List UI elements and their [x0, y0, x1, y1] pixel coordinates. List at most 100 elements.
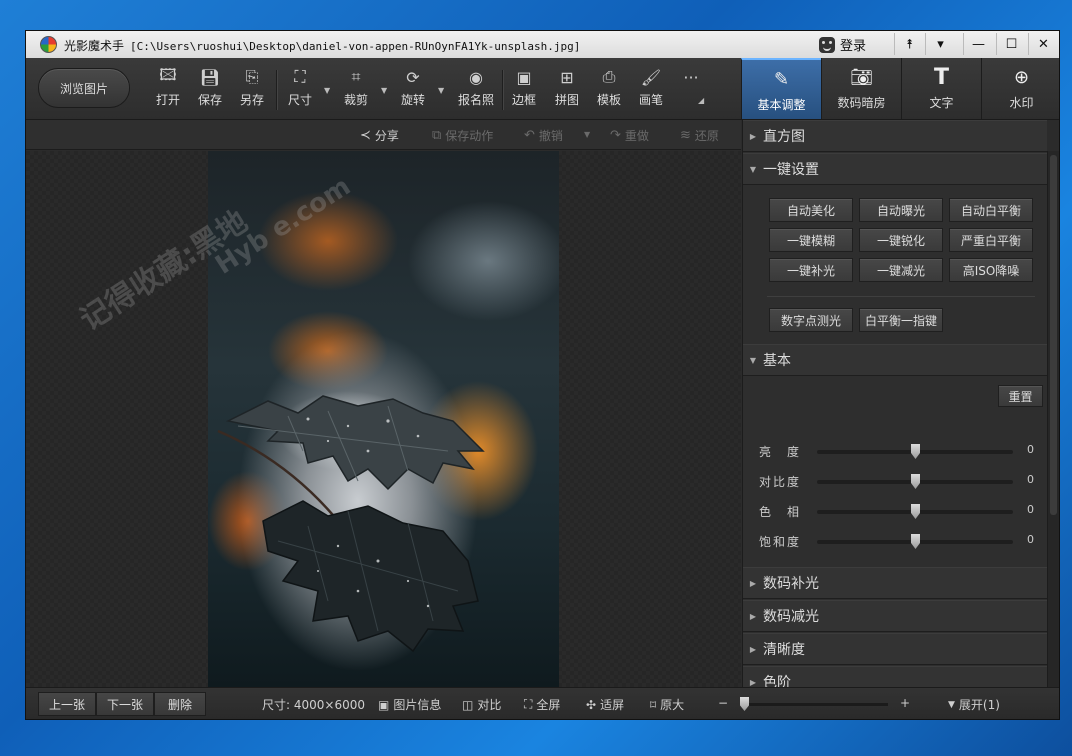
- section-histogram[interactable]: ▶ 直方图: [743, 120, 1047, 152]
- expand-button[interactable]: ▼ 展开(1): [948, 696, 1000, 713]
- slider-knob[interactable]: [911, 504, 920, 519]
- zoom-slider-track[interactable]: [741, 703, 888, 706]
- delete-button[interactable]: 删除: [154, 692, 206, 716]
- template-button[interactable]: ⎙ 模板: [589, 66, 629, 114]
- minus-icon: −: [718, 696, 729, 710]
- skin-button[interactable]: ⯭: [894, 33, 924, 55]
- open-button[interactable]: 🖾 打开: [148, 64, 188, 114]
- action-bar: ≺ 分享 ⧉ 保存动作 ↶ 撤销 ▼ ↷ 重做 ≋ 还原: [26, 120, 741, 150]
- save-action-button[interactable]: ⧉ 保存动作: [432, 127, 493, 144]
- crop-dropdown-icon[interactable]: ▼: [381, 86, 387, 95]
- fit-screen-button[interactable]: ✣ 适屏: [586, 696, 624, 713]
- save-button[interactable]: 💾︎ 保存: [190, 66, 230, 114]
- brush-icon: 🖌︎: [640, 67, 662, 87]
- image-size: 尺寸: 4000×6000: [262, 698, 365, 712]
- image-info-icon: ▣: [378, 697, 390, 712]
- resize-dropdown-icon[interactable]: ▼: [324, 86, 330, 95]
- section-clarity[interactable]: ▶ 清晰度: [743, 633, 1047, 665]
- login-label: 登录: [840, 39, 867, 54]
- fullscreen-button[interactable]: ⛶ 全屏: [524, 696, 560, 713]
- zoom-in-button[interactable]: +: [900, 696, 910, 710]
- crop-button[interactable]: ⌗ 裁剪: [336, 66, 376, 114]
- chevron-right-icon: ▶: [749, 131, 757, 141]
- spot-metering-button[interactable]: 数字点测光: [769, 308, 853, 332]
- toolbar-expand-icon[interactable]: ◢: [698, 96, 704, 105]
- skin-icon: ⯭: [905, 36, 914, 52]
- section-digital-fill-light[interactable]: ▶ 数码补光: [743, 567, 1047, 599]
- maximize-button[interactable]: ☐: [996, 33, 1026, 55]
- login-button[interactable]: 登录: [819, 35, 866, 54]
- rotate-button[interactable]: ⟳ 旋转: [393, 66, 433, 114]
- image-canvas[interactable]: 记得收藏:黑地 Hyb e.com: [26, 151, 741, 687]
- slider-label: 色 相: [759, 505, 802, 519]
- minimize-button[interactable]: —: [963, 33, 993, 55]
- white-balance-pick-button[interactable]: 白平衡一指键: [859, 308, 943, 332]
- slider-row: 饱和度 0: [759, 531, 1044, 551]
- text-icon: T: [933, 64, 949, 90]
- collage-button[interactable]: ⊞ 拼图: [547, 66, 587, 114]
- slider-knob[interactable]: [911, 534, 920, 549]
- slider-row: 对比度 0: [759, 471, 1044, 491]
- section-basic[interactable]: ▼ 基本: [743, 344, 1047, 376]
- close-button[interactable]: ✕: [1028, 33, 1058, 55]
- browse-images-button[interactable]: 浏览图片: [38, 68, 130, 108]
- menu-button[interactable]: ▾: [925, 33, 955, 55]
- high-iso-denoise-button[interactable]: 高ISO降噪: [949, 258, 1033, 282]
- slider-row: 色 相 0: [759, 501, 1044, 521]
- one-click-blur-button[interactable]: 一键模糊: [769, 228, 853, 252]
- app-window: 光影魔术手 [C:\Users\ruoshui\Desktop\daniel-vo…: [25, 30, 1060, 720]
- reset-button[interactable]: 重置: [998, 385, 1043, 407]
- section-levels[interactable]: ▶ 色阶: [743, 666, 1047, 687]
- share-button[interactable]: ≺ 分享: [360, 127, 399, 144]
- image-info-button[interactable]: ▣ 图片信息: [378, 696, 441, 713]
- redo-button[interactable]: ↷ 重做: [610, 127, 649, 144]
- tab-basic-adjust[interactable]: ✎ 基本调整: [741, 58, 821, 119]
- compare-button[interactable]: ◫ 对比: [462, 696, 501, 713]
- restore-icon: ≋: [680, 128, 691, 143]
- previous-image-button[interactable]: 上一张: [38, 692, 96, 716]
- undo-dropdown-icon[interactable]: ▼: [584, 130, 590, 139]
- section-one-click[interactable]: ▼ 一键设置: [743, 153, 1047, 185]
- main-toolbar: 浏览图片 🖾 打开 💾︎ 保存 ⎘ 另存 ⛶ 尺寸 ▼ ⌗ 裁剪 ▼ ⟳ 旋转 ▼ ◉ 报名照…: [26, 58, 1059, 120]
- tab-watermark[interactable]: ⊕ 水印: [981, 58, 1061, 119]
- compare-icon: ◫: [462, 697, 474, 712]
- zoom-slider-knob[interactable]: [740, 697, 749, 711]
- auto-exposure-button[interactable]: 自动曝光: [859, 198, 943, 222]
- panel-scrollbar[interactable]: [1047, 151, 1059, 687]
- one-click-sharpen-button[interactable]: 一键锐化: [859, 228, 943, 252]
- chevron-down-icon: ▼: [948, 699, 955, 710]
- restore-button[interactable]: ≋ 还原: [680, 127, 719, 144]
- resize-icon: ⛶: [294, 67, 306, 86]
- auto-white-balance-button[interactable]: 自动白平衡: [949, 198, 1033, 222]
- section-digital-reduce-light[interactable]: ▶ 数码减光: [743, 600, 1047, 632]
- auto-beautify-button[interactable]: 自动美化: [769, 198, 853, 222]
- adjust-panel: ▶ 直方图 ▼ 一键设置 自动美化 自动曝光 自动白平衡 一键模糊 一键锐化 严重白…: [742, 120, 1047, 687]
- next-image-button[interactable]: 下一张: [96, 692, 154, 716]
- undo-button[interactable]: ↶ 撤销: [524, 127, 563, 144]
- rotate-dropdown-icon[interactable]: ▼: [438, 86, 444, 95]
- chevron-right-icon: ▶: [749, 578, 757, 588]
- severe-white-balance-button[interactable]: 严重白平衡: [949, 228, 1033, 252]
- tab-text[interactable]: T 文字: [901, 58, 981, 119]
- tab-digital-darkroom[interactable]: 📷︎ 数码暗房: [821, 58, 901, 119]
- user-face-icon: [819, 36, 835, 53]
- save-as-button[interactable]: ⎘ 另存: [232, 66, 272, 114]
- open-image-icon: 🖾: [159, 64, 177, 84]
- id-photo-button[interactable]: ◉ 报名照: [456, 66, 496, 114]
- undo-icon: ↶: [524, 128, 535, 143]
- slider-knob[interactable]: [911, 444, 920, 459]
- save-action-icon: ⧉: [432, 128, 442, 143]
- more-tools-button[interactable]: ···: [671, 66, 711, 114]
- slider-knob[interactable]: [911, 474, 920, 489]
- resize-button[interactable]: ⛶ 尺寸: [280, 66, 320, 114]
- fullscreen-icon: ⛶: [524, 697, 533, 711]
- one-click-reduce-light-button[interactable]: 一键减光: [859, 258, 943, 282]
- scrollbar-thumb[interactable]: [1050, 155, 1057, 515]
- one-click-fill-light-button[interactable]: 一键补光: [769, 258, 853, 282]
- brush-button[interactable]: 🖌︎ 画笔: [631, 66, 671, 114]
- file-path: [C:\Users\ruoshui\Desktop\daniel-von-app…: [130, 40, 581, 53]
- border-button[interactable]: ▣ 边框: [504, 66, 544, 114]
- zoom-out-button[interactable]: −: [718, 696, 728, 710]
- original-size-button[interactable]: ⌑ 原大: [650, 696, 684, 713]
- plus-icon: +: [900, 696, 911, 710]
